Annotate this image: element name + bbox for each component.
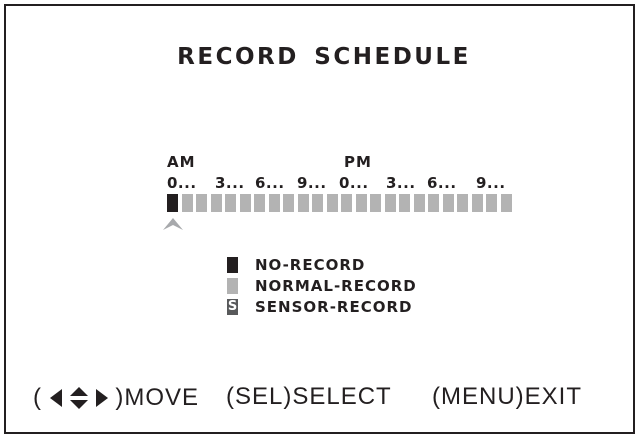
schedule-slot[interactable] [225, 194, 236, 212]
move-open-paren: ( [33, 383, 42, 411]
sensor-mark: S [227, 299, 238, 314]
schedule-slot[interactable] [240, 194, 251, 212]
pm-label: PM [344, 153, 372, 171]
tick-label: 9... [476, 174, 506, 192]
legend-label: SENSOR-RECORD [255, 298, 413, 316]
legend-label: NO-RECORD [255, 256, 366, 274]
schedule-slot[interactable] [283, 194, 294, 212]
schedule-slot[interactable] [312, 194, 323, 212]
schedule-slot[interactable] [399, 194, 410, 212]
schedule-slot[interactable] [443, 194, 454, 212]
schedule-slot[interactable] [341, 194, 352, 212]
move-label: )MOVE [115, 383, 200, 411]
tick-label: 0... [339, 174, 369, 192]
tick-label: 9... [297, 174, 327, 192]
tick-label: 6... [255, 174, 285, 192]
schedule-slot[interactable] [167, 194, 178, 212]
tick-label: 3... [386, 174, 416, 192]
no-record-swatch-icon [227, 257, 238, 273]
sensor-record-swatch-icon: S [227, 299, 238, 315]
slot-cursor-icon [163, 218, 183, 230]
select-hint: (SEL)SELECT [226, 383, 392, 410]
four-way-arrow-icon [49, 386, 108, 409]
schedule-slot[interactable] [327, 194, 338, 212]
schedule-slot[interactable] [211, 194, 222, 212]
normal-record-swatch-icon [227, 278, 238, 294]
schedule-slot[interactable] [501, 194, 512, 212]
schedule-slot[interactable] [269, 194, 280, 212]
legend-label: NORMAL-RECORD [255, 277, 417, 295]
schedule-slot[interactable] [254, 194, 265, 212]
schedule-slot[interactable] [472, 194, 483, 212]
schedule-slot[interactable] [298, 194, 309, 212]
schedule-slot[interactable] [356, 194, 367, 212]
schedule-slot[interactable] [370, 194, 381, 212]
schedule-slot[interactable] [428, 194, 439, 212]
tick-label: 0... [167, 174, 197, 192]
schedule-timeline[interactable] [167, 194, 512, 212]
schedule-slot[interactable] [182, 194, 193, 212]
schedule-slot[interactable] [457, 194, 468, 212]
tick-label: 6... [427, 174, 457, 192]
exit-hint: (MENU)EXIT [432, 383, 582, 410]
move-hint: ( )MOVE [33, 383, 199, 411]
page-title: RECORD SCHEDULE [177, 44, 471, 70]
schedule-slot[interactable] [196, 194, 207, 212]
schedule-slot[interactable] [414, 194, 425, 212]
tick-label: 3... [215, 174, 245, 192]
schedule-slot[interactable] [486, 194, 497, 212]
am-label: AM [167, 153, 196, 171]
schedule-slot[interactable] [385, 194, 396, 212]
